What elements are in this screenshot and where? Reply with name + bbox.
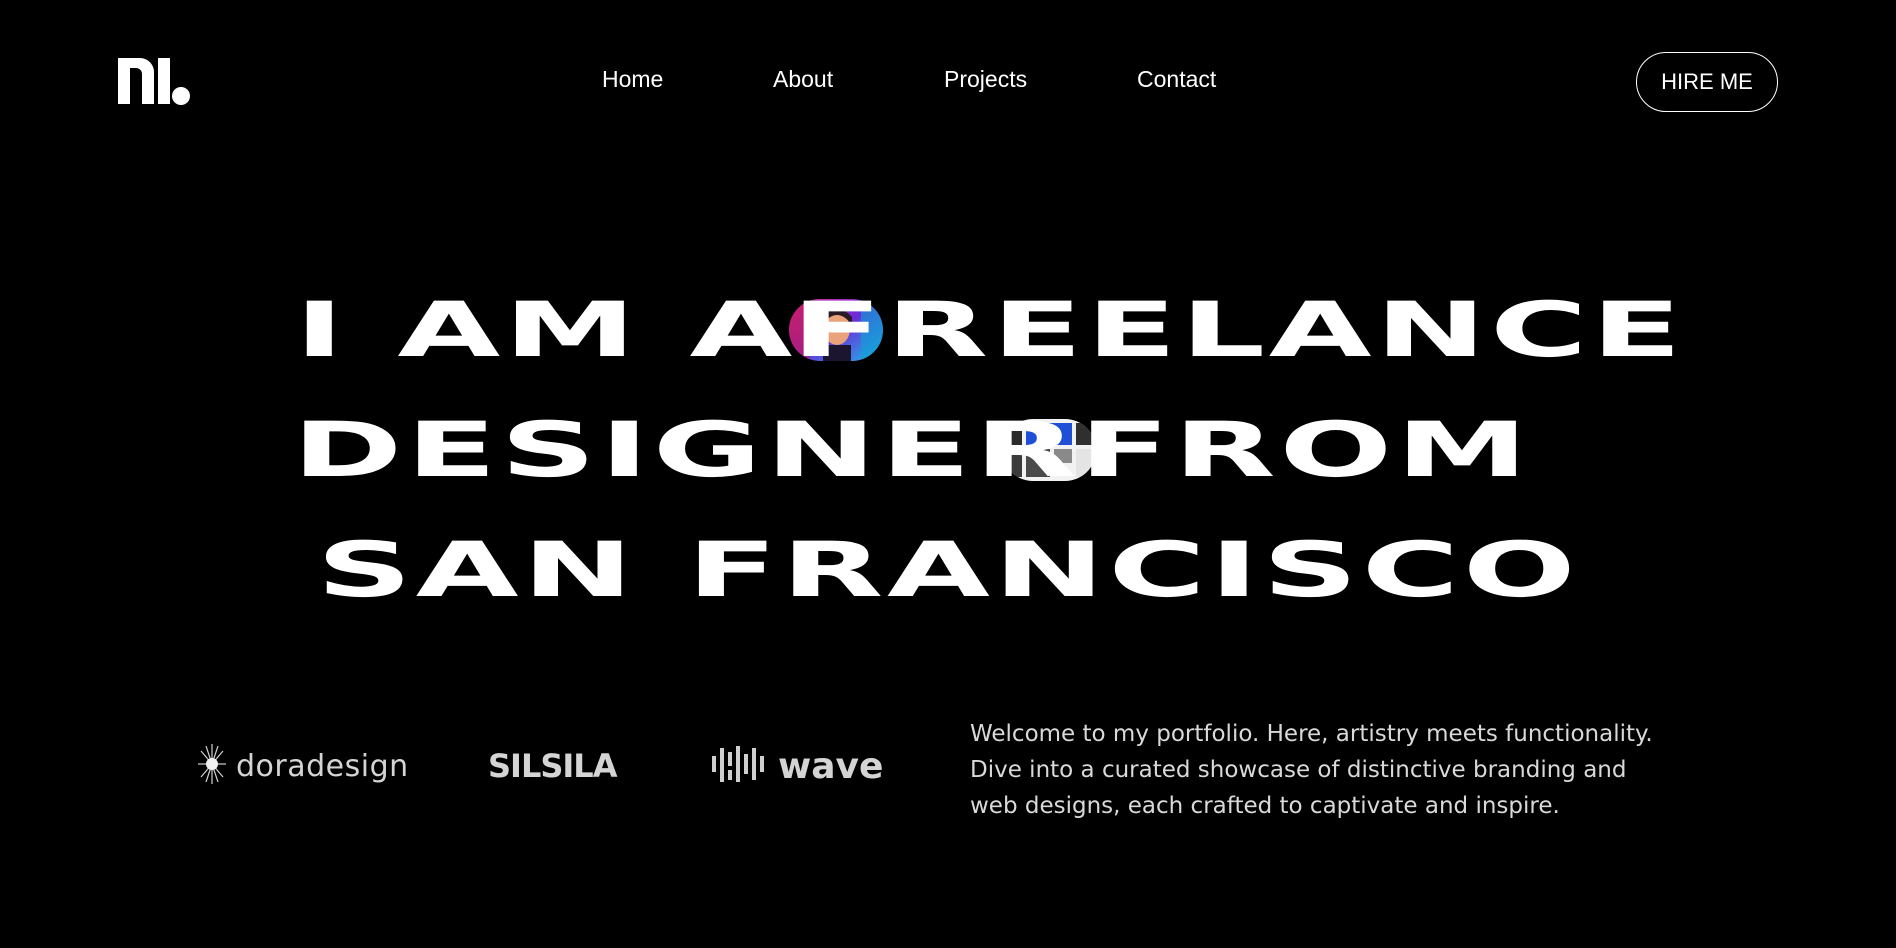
hero-line-2: DESIGNER FROM [0, 390, 1896, 510]
hero-line-3: SAN FRANCISCO [0, 510, 1896, 630]
nav-link-home[interactable]: Home [602, 66, 663, 93]
client-logos: doradesign SILSILA wave [0, 744, 960, 794]
brand-wave: wave [710, 744, 883, 788]
brand-doradesign: doradesign [196, 744, 409, 788]
hero-line-1: I AM A FREELANCE [0, 270, 1896, 390]
hero-text: FROM [1078, 405, 1532, 494]
intro-paragraph: Welcome to my portfolio. Here, artistry … [970, 716, 1710, 824]
intro-line: Dive into a curated showcase of distinct… [970, 757, 1627, 783]
nav-link-projects[interactable]: Projects [944, 66, 1027, 93]
hire-me-button[interactable]: HIRE ME [1636, 52, 1778, 112]
hero-text: I AM A [294, 285, 797, 374]
nav-link-contact[interactable]: Contact [1137, 66, 1216, 93]
hero-text: FREELANCE [791, 285, 1686, 374]
main-nav: Home About Projects Contact [0, 66, 1896, 96]
hero-text: SAN FRANCISCO [316, 525, 1580, 614]
hero-text: DESIGNER [292, 405, 1081, 494]
sunburst-icon [196, 742, 228, 790]
brand-label: doradesign [236, 748, 409, 784]
nav-link-about[interactable]: About [773, 66, 833, 93]
page: Home About Projects Contact HIRE ME I AM… [0, 0, 1896, 948]
wave-bars-icon [710, 742, 770, 790]
brand-silsila: SILSILA [488, 744, 617, 788]
brand-label: SILSILA [488, 747, 617, 785]
intro-line: Welcome to my portfolio. Here, artistry … [970, 721, 1653, 747]
hero-headline: I AM A FREELANCE DESIGNER FROM SAN FRANC… [0, 270, 1896, 630]
brand-label: wave [778, 745, 884, 787]
intro-line: web designs, each crafted to captivate a… [970, 793, 1560, 819]
